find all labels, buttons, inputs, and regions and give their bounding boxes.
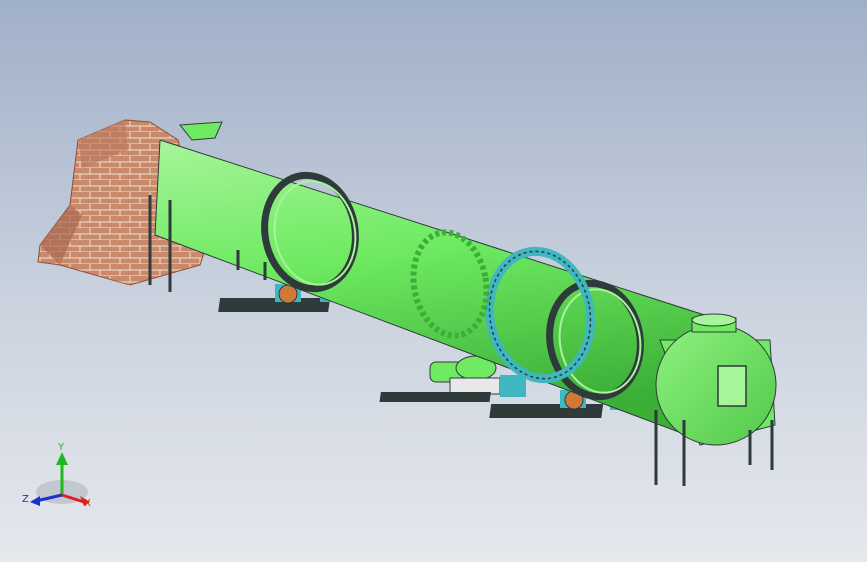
z-axis-label: Z: [22, 494, 29, 505]
y-axis-label: Y: [57, 442, 65, 453]
axis-triad: Y X Z: [22, 442, 91, 509]
cad-viewport[interactable]: Y X Z: [0, 0, 867, 562]
discharge-hood[interactable]: [654, 313, 777, 486]
rotary-kiln-model[interactable]: Y X Z: [0, 0, 867, 562]
x-axis-label: X: [84, 498, 91, 509]
